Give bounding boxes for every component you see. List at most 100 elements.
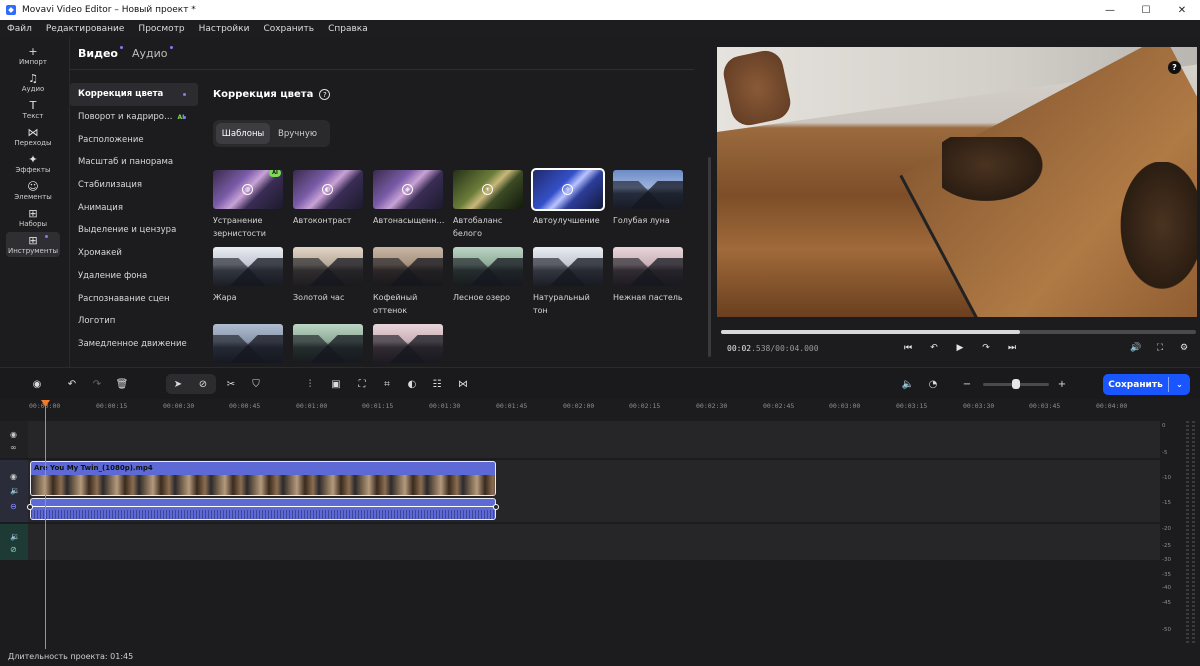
chevron-down-icon[interactable]: ⌄ [1169, 380, 1190, 389]
rewind-icon[interactable]: ↶ [928, 342, 940, 354]
preset-card[interactable]: AI ◍ Устранение зернистости [213, 170, 283, 240]
blade-icon[interactable]: ⊘ [194, 376, 212, 392]
menu-edit[interactable]: Редактирование [39, 24, 132, 34]
play-icon[interactable]: ▶ [954, 342, 966, 354]
volume-line[interactable] [31, 506, 495, 507]
rail-tools[interactable]: ⊞ Инструменты [6, 232, 60, 257]
mode-templates[interactable]: Шаблоны [216, 123, 270, 144]
rail-import[interactable]: + Импорт [6, 43, 60, 68]
volume-handle-left[interactable] [27, 504, 33, 510]
audio-track[interactable] [28, 524, 1160, 560]
zoom-in-icon[interactable]: + [1053, 376, 1071, 392]
scissors-icon[interactable]: ✂ [222, 376, 240, 392]
tool-scene-detection[interactable]: Распознавание сцен [70, 287, 198, 310]
link-icon[interactable]: ∞ [10, 443, 17, 452]
skip-back-icon[interactable]: ⏮ [902, 342, 914, 354]
maximize-button[interactable]: ☐ [1128, 0, 1164, 20]
tool-zoom-pan[interactable]: Масштаб и панорама [70, 151, 198, 174]
preset-card[interactable] [213, 324, 283, 363]
forward-icon[interactable]: ↷ [980, 342, 992, 354]
volume-icon[interactable]: 🔊 [1130, 342, 1142, 354]
rail-sets[interactable]: ⊞ Наборы [6, 205, 60, 230]
crop-icon[interactable]: ⌗ [378, 376, 396, 392]
volume-handle-right[interactable] [493, 504, 499, 510]
tab-video[interactable]: Видео [78, 46, 123, 60]
preset-card[interactable]: Жара [213, 247, 283, 304]
menu-file[interactable]: Файл [0, 24, 39, 34]
record-icon[interactable]: ◉ [28, 376, 46, 392]
preset-card[interactable]: Лесное озеро [453, 247, 523, 304]
preset-card[interactable]: ◈ Автонасыщенн… [373, 170, 445, 227]
tool-highlight-censor[interactable]: Выделение и цензура [70, 219, 198, 242]
tool-chroma-key[interactable]: Хромакей [70, 242, 198, 265]
panel-scrollbar[interactable] [708, 157, 711, 357]
transition-icon[interactable]: ⋈ [454, 376, 472, 392]
video-frame[interactable]: ? [717, 47, 1197, 317]
empty-area[interactable] [28, 562, 1160, 649]
speaker-icon[interactable]: 🔉 [10, 486, 20, 495]
tool-rotate-crop[interactable]: Поворот и кадриро… AI [70, 106, 198, 129]
preset-card[interactable]: Золотой час [293, 247, 363, 304]
speaker-icon[interactable]: 🔉 [10, 532, 20, 541]
zoom-out-icon[interactable]: − [958, 376, 976, 392]
rail-transitions[interactable]: ⋈ Переходы [6, 124, 60, 149]
eye-icon[interactable]: ◉ [10, 472, 17, 481]
settings-gear-icon[interactable]: ⚙ [1178, 342, 1190, 354]
audio-split-icon[interactable]: ⫶ [301, 376, 319, 392]
help-icon[interactable]: ? [319, 89, 331, 100]
preset-card[interactable]: Кофейный оттенок [373, 247, 443, 317]
rail-elements[interactable]: ☺ Элементы [6, 178, 60, 203]
preset-card[interactable]: Голубая луна [613, 170, 683, 227]
link-icon[interactable]: ⊖ [10, 502, 17, 511]
rail-text[interactable]: T Текст [6, 97, 60, 122]
preset-card[interactable] [373, 324, 443, 363]
tab-audio[interactable]: Аудио [132, 46, 173, 60]
audio-duck-icon[interactable]: 🔈 [899, 376, 917, 392]
minimize-button[interactable]: — [1092, 0, 1128, 20]
menu-save[interactable]: Сохранить [256, 24, 321, 34]
redo-icon[interactable]: ↷ [88, 376, 106, 392]
tool-background-removal[interactable]: Удаление фона [70, 265, 198, 288]
tool-stabilization[interactable]: Стабилизация [70, 174, 198, 197]
select-cursor-icon[interactable]: ➤ [169, 376, 187, 392]
unlink-icon[interactable]: ⊘ [10, 545, 17, 554]
playhead[interactable] [45, 400, 46, 650]
video-clip[interactable]: Are You My Twin_(1080p).mp4 [30, 461, 496, 496]
preset-card[interactable]: ☀ Автобаланс белого [453, 170, 523, 240]
tool-color-correction[interactable]: Коррекция цвета [70, 83, 198, 106]
preset-card[interactable]: Натуральный тон [533, 247, 603, 317]
adjust-sliders-icon[interactable]: ☷ [428, 376, 446, 392]
undo-icon[interactable]: ↶ [63, 376, 81, 392]
menu-view[interactable]: Просмотр [131, 24, 191, 34]
preset-card[interactable]: ◐ Автоконтраст [293, 170, 363, 227]
delete-trash-icon[interactable]: 🗑 [113, 376, 131, 392]
preset-card[interactable] [293, 324, 363, 363]
shield-icon[interactable]: ⛉ [247, 376, 265, 392]
skip-forward-icon[interactable]: ⏭ [1006, 342, 1018, 354]
zoom-slider-knob[interactable] [1012, 379, 1020, 389]
tool-slow-motion[interactable]: Замедленное движение [70, 333, 198, 356]
close-button[interactable]: ✕ [1164, 0, 1200, 20]
mode-manual[interactable]: Вручную [270, 123, 325, 144]
rail-audio[interactable]: ♫ Аудио [6, 70, 60, 95]
overlay-track[interactable] [28, 421, 1160, 458]
timeline-ruler[interactable]: 00:00:00 00:00:15 00:00:30 00:00:45 00:0… [0, 399, 1200, 417]
save-button[interactable]: Сохранить ⌄ [1103, 374, 1190, 395]
playback-progress[interactable] [721, 330, 1196, 334]
ai-frame-icon[interactable]: ⛶ [353, 376, 371, 392]
tool-logo[interactable]: Логотип [70, 310, 198, 333]
marker-icon[interactable]: ◔ [924, 376, 942, 392]
help-icon[interactable]: ? [1168, 61, 1181, 74]
preset-card[interactable]: Нежная пастель [613, 247, 683, 304]
menu-settings[interactable]: Настройки [192, 24, 257, 34]
color-icon[interactable]: ◐ [403, 376, 421, 392]
tool-position[interactable]: Расположение [70, 128, 198, 151]
captions-icon[interactable]: ▣ [327, 376, 345, 392]
preset-card[interactable]: ✧ Автоулучшение [531, 168, 605, 227]
tool-animation[interactable]: Анимация [70, 196, 198, 219]
fullscreen-icon[interactable]: ⛶ [1154, 342, 1166, 354]
eye-icon[interactable]: ◉ [10, 430, 17, 439]
rail-effects[interactable]: ✦ Эффекты [6, 151, 60, 176]
menu-help[interactable]: Справка [321, 24, 375, 34]
audio-clip[interactable] [30, 498, 496, 520]
